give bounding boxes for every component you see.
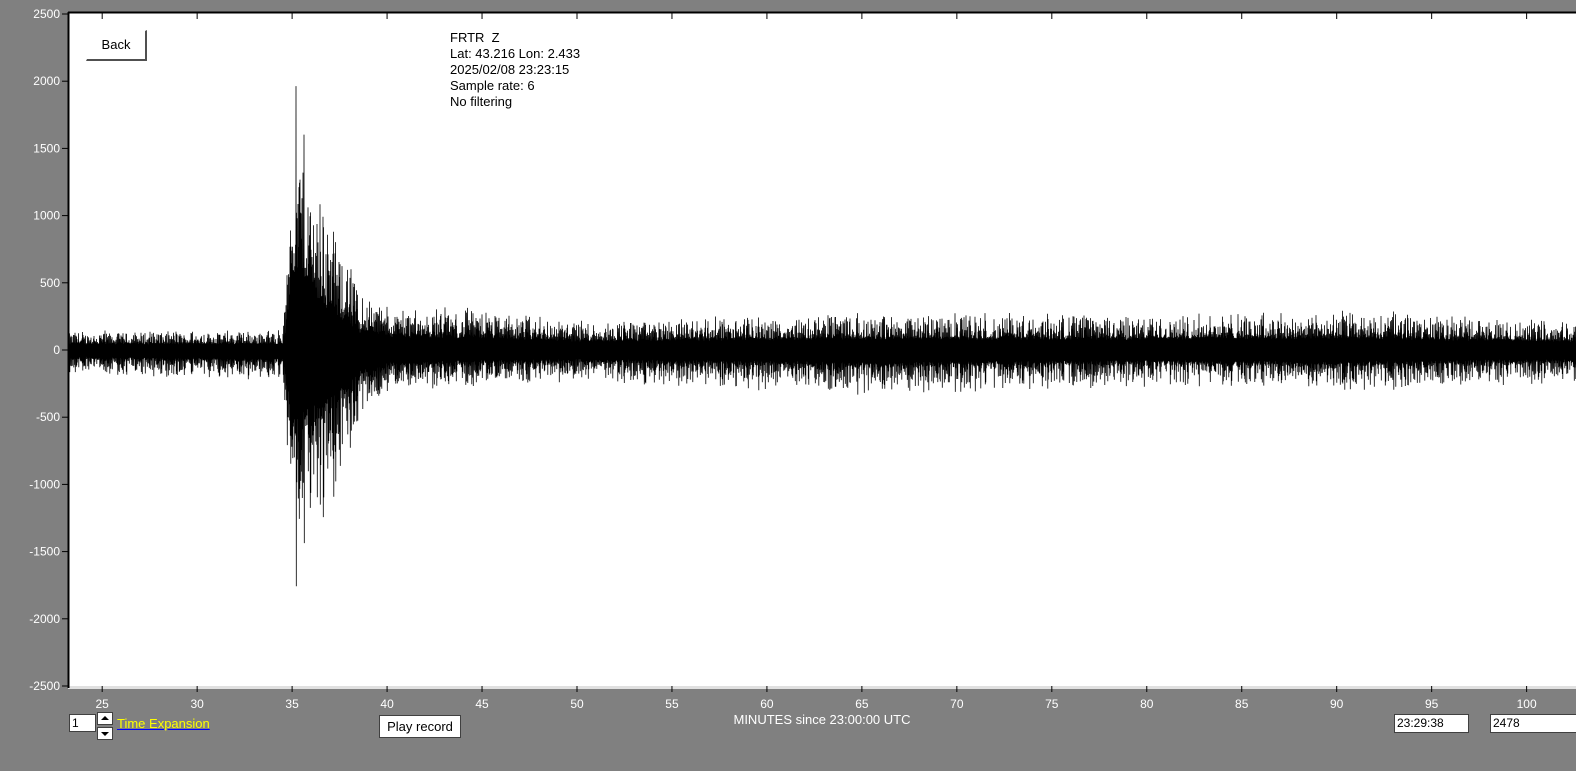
x-tick-label: 65 bbox=[855, 697, 869, 711]
x-tick-label: 30 bbox=[190, 697, 204, 711]
station-location: Lat: 43.216 Lon: 2.433 bbox=[450, 46, 580, 61]
y-tick-label: -2500 bbox=[29, 679, 60, 693]
x-tick-label: 35 bbox=[285, 697, 299, 711]
y-tick-label: 1500 bbox=[33, 141, 60, 155]
back-button[interactable]: Back bbox=[86, 30, 147, 61]
x-tick-label: 50 bbox=[570, 697, 584, 711]
y-tick-label: 0 bbox=[53, 343, 60, 357]
y-tick-label: 2500 bbox=[33, 7, 60, 21]
x-tick-label: 75 bbox=[1045, 697, 1059, 711]
x-axis-label: MINUTES since 23:00:00 UTC bbox=[733, 712, 910, 727]
time-expansion-input[interactable]: 1 bbox=[69, 714, 96, 732]
cursor-value-field[interactable]: 2478 bbox=[1490, 714, 1576, 733]
x-tick-label: 80 bbox=[1140, 697, 1154, 711]
y-tick-label: -1000 bbox=[29, 477, 60, 491]
x-tick-label: 85 bbox=[1235, 697, 1249, 711]
spin-up-icon[interactable] bbox=[97, 712, 113, 725]
x-tick-label: 70 bbox=[950, 697, 964, 711]
cursor-time-field[interactable]: 23:29:38 bbox=[1394, 714, 1469, 733]
y-tick-label: -2000 bbox=[29, 612, 60, 626]
x-tick-label: 45 bbox=[475, 697, 489, 711]
x-tick-label: 100 bbox=[1517, 697, 1537, 711]
seismogram-chart: 2500 2000 1500 1000 500 0 -500 -1000 -1500 -2000 -… bbox=[29, 7, 1576, 727]
y-tick-label: 1000 bbox=[33, 209, 60, 223]
y-tick-label: 500 bbox=[40, 276, 60, 290]
x-tick-label: 40 bbox=[380, 697, 394, 711]
x-tick-label: 25 bbox=[96, 697, 110, 711]
x-tick-label: 55 bbox=[665, 697, 679, 711]
y-tick-label: -1500 bbox=[29, 545, 60, 559]
y-tick-label: -500 bbox=[36, 410, 60, 424]
filter-status: No filtering bbox=[450, 94, 512, 109]
sample-rate: Sample rate: 6 bbox=[450, 78, 535, 93]
x-tick-label: 90 bbox=[1330, 697, 1344, 711]
plot-bottom-strip bbox=[68, 686, 1576, 689]
station-name: FRTR Z bbox=[450, 30, 500, 45]
time-expansion-label: Time Expansion bbox=[117, 716, 210, 731]
spin-down-icon[interactable] bbox=[97, 727, 113, 740]
play-record-button[interactable]: Play record bbox=[379, 715, 461, 738]
x-tick-label: 60 bbox=[760, 697, 774, 711]
x-tick-label: 95 bbox=[1425, 697, 1439, 711]
y-tick-label: 2000 bbox=[33, 74, 60, 88]
record-datetime: 2025/02/08 23:23:15 bbox=[450, 62, 569, 77]
